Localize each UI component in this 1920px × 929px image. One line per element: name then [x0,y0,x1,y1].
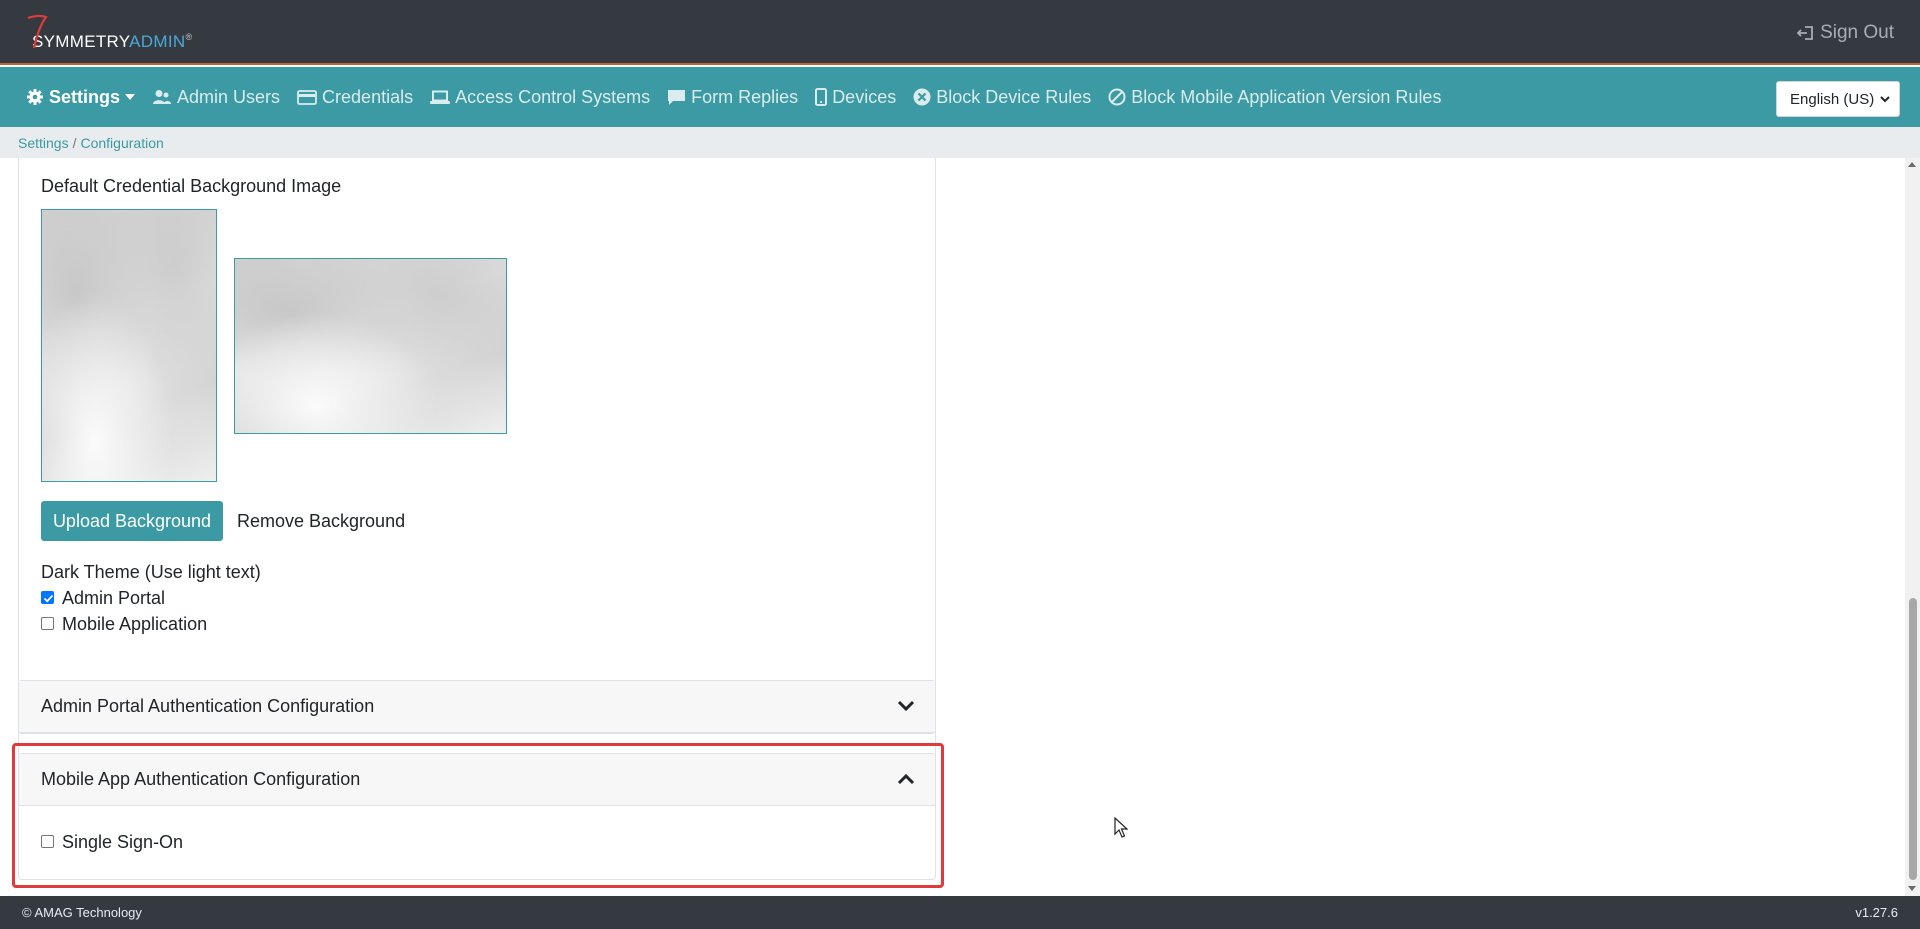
scroll-down-arrow-icon[interactable] [1908,886,1916,891]
caret-down-icon [125,94,136,100]
mobile-app-auth-panel: Mobile App Authentication Configuration [18,753,936,880]
logo-mark-icon [27,14,48,49]
single-sign-on-checkbox[interactable] [41,835,54,848]
breadcrumb-separator: / [72,134,77,151]
admin-portal-auth-panel: Admin Portal Authentication Configuratio… [18,680,936,734]
breadcrumb: Settings / Configuration [0,127,1920,158]
ban-icon [1108,88,1126,106]
checkmark-icon [43,594,54,603]
symmetry-admin-logo[interactable]: SYMMETRYADMIN® [22,14,192,54]
nav-item-label: Form Replies [691,86,799,107]
nav-item-label: Block Mobile Application Version Rules [1131,86,1442,107]
admin-portal-auth-header[interactable]: Admin Portal Authentication Configuratio… [19,681,935,733]
gear-icon [27,89,43,105]
sign-out-label: Sign Out [1820,22,1894,43]
chevron-up-icon [897,773,915,785]
mobile-app-auth-title: Mobile App Authentication Configuration [41,769,361,789]
users-icon [153,90,172,104]
copyright-text: © AMAG Technology [22,905,142,920]
main-nav: Settings Admin Users Credentials Access … [0,67,1920,127]
sign-out-link[interactable]: Sign Out [1796,22,1894,44]
scroll-up-arrow-icon[interactable] [1908,162,1916,167]
language-select-value: English (US) [1790,90,1875,108]
nav-item-admin-users[interactable]: Admin Users [152,87,280,108]
version-text: v1.27.6 [1855,905,1898,920]
language-select[interactable]: English (US) [1776,81,1900,117]
mobile-application-checkbox[interactable] [41,617,54,630]
nav-item-label: Block Device Rules [936,86,1092,107]
mobile-application-label: Mobile Application [62,614,208,634]
mobile-icon [815,88,828,106]
dark-theme-label: Dark Theme (Use light text) [41,562,261,582]
admin-portal-checkbox[interactable] [41,591,54,604]
scrollbar-thumb[interactable] [1909,598,1917,880]
nav-item-label: Credentials [322,86,414,107]
nav-item-devices[interactable]: Devices [815,87,896,108]
nav-item-settings[interactable]: Settings [26,86,136,108]
chevron-down-icon [897,700,915,712]
remove-background-button[interactable]: Remove Background [237,501,405,541]
upload-background-button[interactable]: Upload Background [41,501,223,541]
footer: © AMAG Technology v1.27.6 [0,896,1920,929]
times-circle-icon [913,88,931,106]
breadcrumb-configuration-link[interactable]: Configuration [80,135,163,151]
breadcrumb-settings-link[interactable]: Settings [18,135,69,151]
mouse-cursor-icon [1114,816,1129,844]
nav-item-credentials[interactable]: Credentials [297,87,413,108]
nav-item-block-mobile-app-version-rules[interactable]: Block Mobile Application Version Rules [1108,87,1441,108]
portrait-background-preview [41,209,217,482]
mobile-app-auth-header[interactable]: Mobile App Authentication Configuration [19,754,935,806]
chevron-down-icon [1880,96,1890,103]
nav-item-label: Devices [832,86,897,107]
laptop-icon [430,90,451,104]
landscape-background-preview [234,258,507,434]
admin-portal-auth-title: Admin Portal Authentication Configuratio… [41,696,375,716]
nav-item-access-control-systems[interactable]: Access Control Systems [430,87,650,108]
single-sign-on-label: Single Sign-On [62,832,184,852]
nav-item-block-device-rules[interactable]: Block Device Rules [913,87,1091,108]
nav-item-form-replies[interactable]: Form Replies [667,87,798,108]
main-content: Default Credential Background Image Uplo… [0,158,1920,896]
nav-item-label: Admin Users [177,86,281,107]
credit-card-icon [297,89,317,105]
vertical-scrollbar[interactable] [1905,158,1920,896]
nav-item-label: Settings [49,86,121,107]
sign-out-icon [1796,26,1813,40]
top-bar: SYMMETRYADMIN® Sign Out [0,0,1920,65]
bg-image-label: Default Credential Background Image [41,176,342,196]
nav-item-label: Access Control Systems [455,86,651,107]
comment-icon [668,89,686,105]
admin-portal-label: Admin Portal [62,588,166,608]
